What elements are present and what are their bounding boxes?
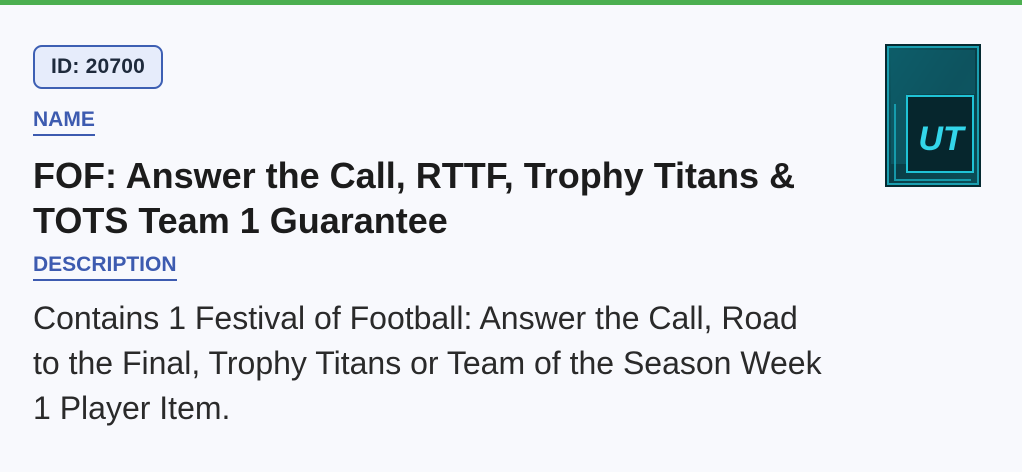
- ut-logo-text: UT: [918, 120, 967, 158]
- description-label: DESCRIPTION: [33, 252, 177, 281]
- item-name: FOF: Answer the Call, RTTF, Trophy Titan…: [33, 155, 796, 241]
- id-badge: ID: 20700: [33, 45, 164, 89]
- item-card: ID: 20700 NAME FOF: Answer the Call, RTT…: [0, 5, 1022, 472]
- name-label: NAME: [33, 107, 95, 136]
- item-description: Contains 1 Festival of Football: Answer …: [33, 300, 822, 426]
- ut-pack-card-icon: UT: [885, 44, 981, 187]
